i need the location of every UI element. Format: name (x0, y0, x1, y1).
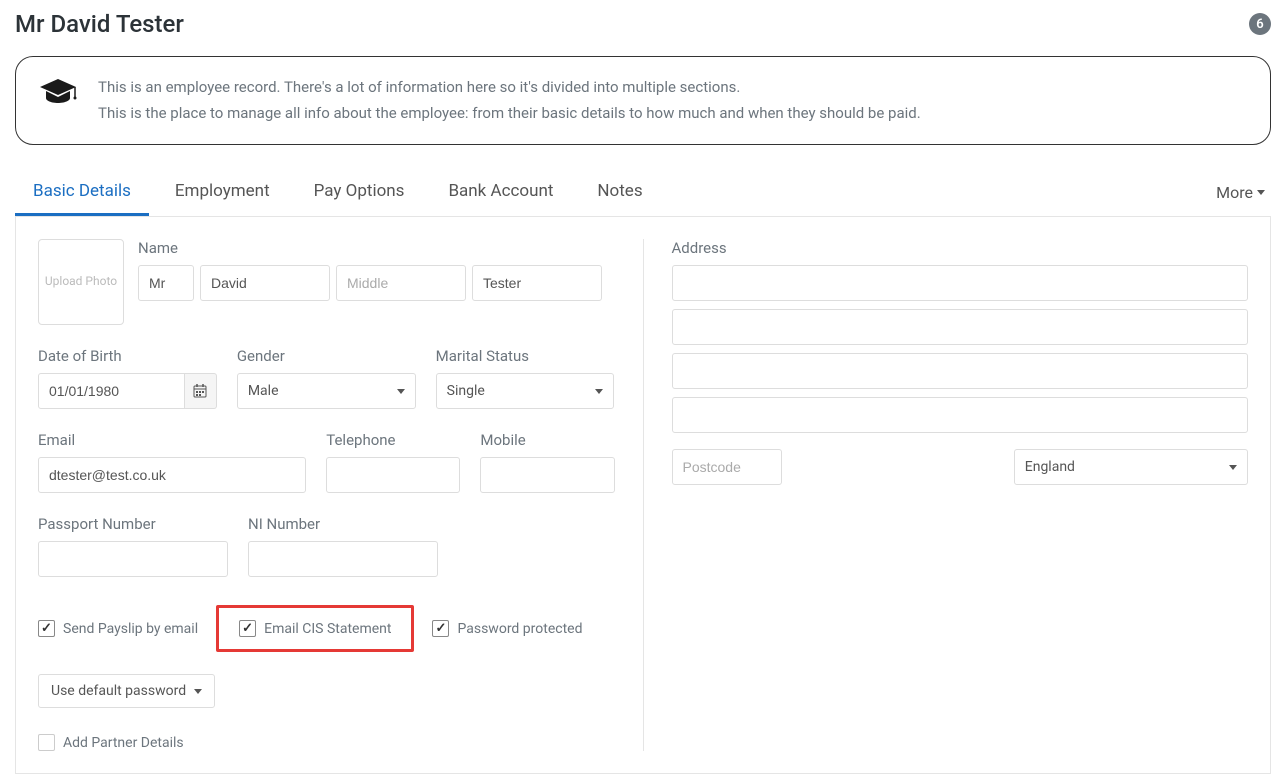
info-line-2: This is the place to manage all info abo… (98, 101, 921, 127)
middle-name-input[interactable] (336, 265, 466, 301)
email-cis-checkbox-item: Email CIS Statement (239, 620, 391, 637)
default-password-dropdown[interactable]: Use default password (38, 674, 215, 708)
tab-notes[interactable]: Notes (579, 169, 660, 216)
address-label: Address (672, 239, 1249, 257)
add-partner-label: Add Partner Details (63, 735, 184, 751)
email-cis-highlight: Email CIS Statement (216, 605, 414, 652)
country-select[interactable]: England (1014, 449, 1248, 485)
payslip-email-checkbox[interactable] (38, 620, 55, 637)
chevron-down-icon (1229, 465, 1237, 470)
gender-value: Male (248, 383, 279, 399)
password-protected-checkbox-item: Password protected (432, 620, 582, 637)
default-password-label: Use default password (51, 683, 186, 699)
tab-more-dropdown[interactable]: More (1210, 171, 1271, 214)
payslip-email-label: Send Payslip by email (63, 621, 198, 637)
tab-pay-options[interactable]: Pay Options (296, 169, 423, 216)
telephone-label: Telephone (326, 431, 460, 449)
password-protected-checkbox[interactable] (432, 620, 449, 637)
mobile-input[interactable] (480, 457, 614, 493)
last-name-input[interactable] (472, 265, 602, 301)
calendar-button[interactable] (185, 373, 217, 409)
tabs-row: Basic Details Employment Pay Options Ban… (15, 169, 1271, 217)
marital-label: Marital Status (436, 347, 615, 365)
address-line2-input[interactable] (672, 309, 1249, 345)
ni-label: NI Number (248, 515, 438, 533)
passport-label: Passport Number (38, 515, 228, 533)
dob-label: Date of Birth (38, 347, 217, 365)
info-banner: This is an employee record. There's a lo… (15, 56, 1271, 145)
gender-label: Gender (237, 347, 416, 365)
dob-input[interactable] (38, 373, 185, 409)
add-partner-checkbox[interactable] (38, 734, 55, 751)
page-title: Mr David Tester (15, 10, 184, 38)
country-value: England (1025, 459, 1075, 475)
tab-basic-details[interactable]: Basic Details (15, 169, 149, 216)
email-cis-label: Email CIS Statement (264, 621, 391, 637)
chevron-down-icon (595, 389, 603, 394)
email-input[interactable] (38, 457, 306, 493)
record-count-badge: 6 (1249, 13, 1271, 35)
info-text: This is an employee record. There's a lo… (98, 75, 921, 126)
chevron-down-icon (1257, 190, 1265, 195)
add-partner-checkbox-item: Add Partner Details (38, 734, 615, 751)
ni-input[interactable] (248, 541, 438, 577)
chevron-down-icon (194, 689, 202, 694)
payslip-email-checkbox-item: Send Payslip by email (38, 620, 198, 637)
chevron-down-icon (397, 389, 405, 394)
title-input[interactable] (138, 265, 194, 301)
graduation-cap-icon (38, 75, 78, 109)
address-line1-input[interactable] (672, 265, 1249, 301)
basic-details-panel: Upload Photo Name Date of Birth (15, 217, 1271, 774)
tab-more-label: More (1216, 183, 1253, 202)
calendar-icon (193, 384, 207, 398)
mobile-label: Mobile (480, 431, 614, 449)
telephone-input[interactable] (326, 457, 460, 493)
address-line3-input[interactable] (672, 353, 1249, 389)
passport-input[interactable] (38, 541, 228, 577)
email-cis-checkbox[interactable] (239, 620, 256, 637)
tab-employment[interactable]: Employment (157, 169, 288, 216)
marital-value: Single (447, 383, 485, 399)
marital-select[interactable]: Single (436, 373, 615, 409)
gender-select[interactable]: Male (237, 373, 416, 409)
email-label: Email (38, 431, 306, 449)
info-line-1: This is an employee record. There's a lo… (98, 75, 921, 101)
name-label: Name (138, 239, 615, 257)
tab-bank-account[interactable]: Bank Account (430, 169, 571, 216)
password-protected-label: Password protected (457, 621, 582, 637)
postcode-input[interactable] (672, 449, 782, 485)
first-name-input[interactable] (200, 265, 330, 301)
address-line4-input[interactable] (672, 397, 1249, 433)
upload-photo-button[interactable]: Upload Photo (38, 239, 124, 325)
